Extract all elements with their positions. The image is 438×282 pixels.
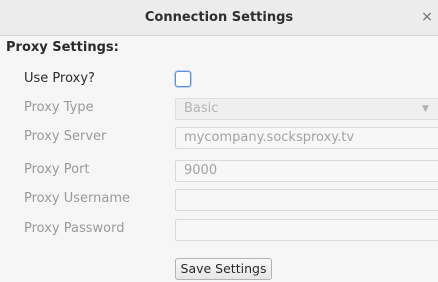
dialog-title: Connection Settings	[144, 10, 294, 25]
proxy-port-label: Proxy Port	[24, 162, 90, 177]
close-icon[interactable]: ×	[418, 6, 436, 28]
dialog-titlebar: Connection Settings ×	[0, 0, 438, 36]
proxy-username-input[interactable]	[175, 189, 438, 211]
chevron-down-icon: ▼	[422, 104, 429, 114]
proxy-server-label: Proxy Server	[24, 129, 107, 144]
proxy-type-select[interactable]: Basic	[175, 98, 438, 120]
use-proxy-checkbox[interactable]	[175, 71, 191, 87]
save-settings-button[interactable]: Save Settings	[175, 258, 272, 280]
proxy-server-input[interactable]: mycompany.socksproxy.tv	[175, 127, 438, 149]
proxy-password-input[interactable]	[175, 219, 438, 241]
use-proxy-label: Use Proxy?	[24, 71, 95, 86]
proxy-type-value: Basic	[184, 101, 219, 116]
proxy-port-input[interactable]: 9000	[175, 160, 438, 182]
proxy-password-label: Proxy Password	[24, 221, 125, 236]
section-title: Proxy Settings:	[6, 40, 119, 55]
proxy-username-label: Proxy Username	[24, 191, 131, 206]
dialog-content: Proxy Settings: Use Proxy? Proxy Type Ba…	[0, 36, 438, 282]
proxy-type-label: Proxy Type	[24, 100, 94, 115]
